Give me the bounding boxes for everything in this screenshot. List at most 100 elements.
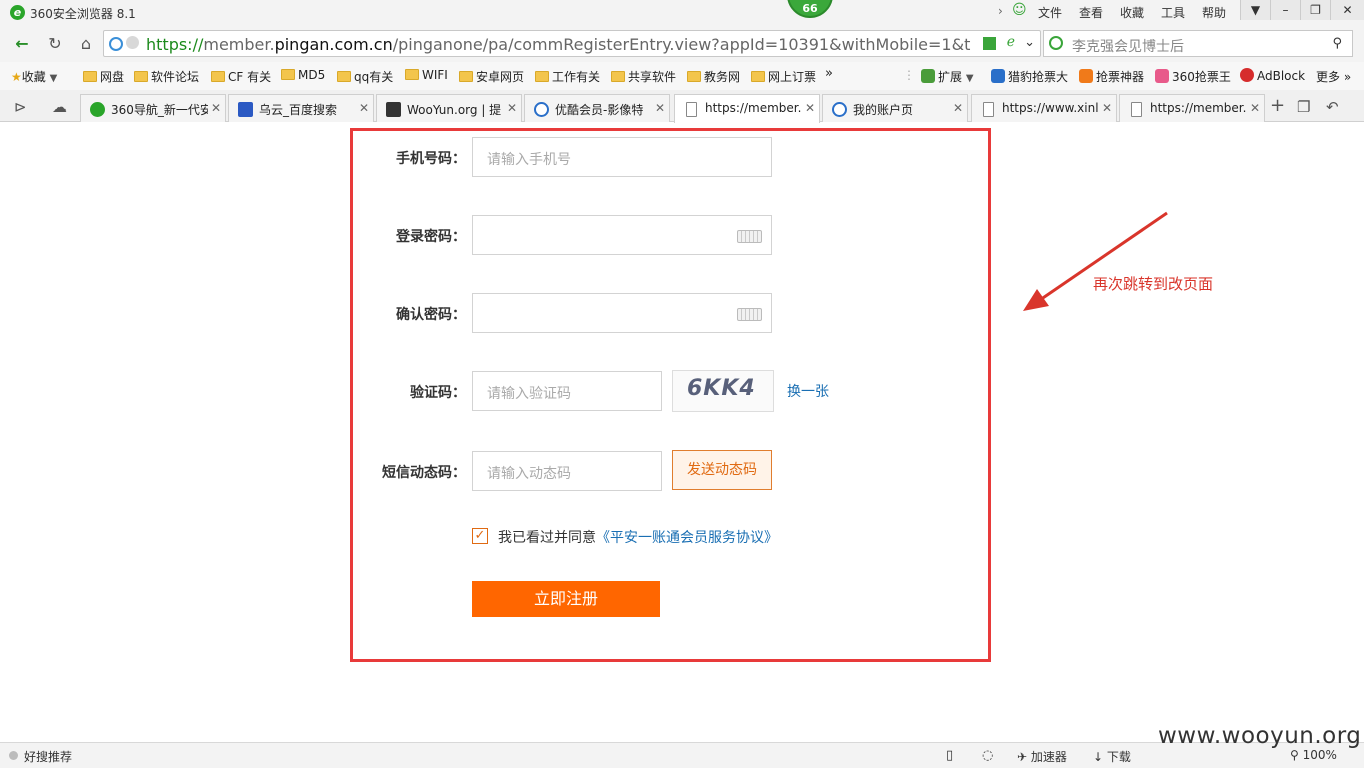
service-agreement-link[interactable]: 《平安一账通会员服务协议》: [596, 530, 778, 546]
download-button[interactable]: ↓ 下载: [1093, 748, 1131, 765]
browser-tab-active[interactable]: https://member. ✕: [674, 94, 820, 123]
bookmark-folder[interactable]: 安卓网页: [459, 68, 524, 85]
skin-icon[interactable]: ▼: [1240, 0, 1270, 20]
folder-icon: [337, 71, 351, 82]
back-button[interactable]: ←: [12, 34, 32, 54]
folder-icon: [611, 71, 625, 82]
captcha-image[interactable]: 6KK4: [672, 370, 774, 412]
send-sms-button[interactable]: 发送动态码: [672, 450, 772, 490]
cloud-icon[interactable]: ☁: [52, 98, 67, 116]
dropdown-arrow-icon: ▼: [965, 73, 974, 84]
captcha-input[interactable]: 请输入验证码: [472, 371, 662, 411]
page-icon: [686, 102, 697, 117]
folder-icon: [687, 71, 701, 82]
refresh-button[interactable]: ↻: [45, 34, 65, 54]
close-tab-icon[interactable]: ✕: [651, 101, 665, 115]
chevron-down-icon[interactable]: ⌄: [1024, 35, 1035, 50]
more-bookmarks-button[interactable]: »: [825, 66, 833, 81]
speed-icon[interactable]: ◌: [982, 748, 993, 763]
browser-tab[interactable]: 我的账户页 ✕: [822, 94, 968, 122]
more-extensions-button[interactable]: 更多 »: [1316, 68, 1351, 85]
browser-tab[interactable]: 优酷会员-影像特 ✕: [524, 94, 670, 122]
accelerator-button[interactable]: ✈ 加速器: [1017, 748, 1067, 765]
tab-list-icon[interactable]: ❐: [1297, 98, 1310, 116]
confirm-password-input[interactable]: [472, 293, 772, 333]
close-tab-icon[interactable]: ✕: [355, 101, 369, 115]
dropdown-arrow-icon: ▼: [49, 73, 58, 84]
score-badge[interactable]: 66: [787, 0, 833, 18]
bookmark-folder[interactable]: MD5: [281, 68, 325, 82]
agree-checkbox[interactable]: ✓: [472, 528, 488, 544]
extensions-button[interactable]: 扩展 ▼: [921, 68, 974, 85]
bookmark-folder[interactable]: 工作有关: [535, 68, 600, 85]
folder-icon: [83, 71, 97, 82]
maximize-button[interactable]: ❐: [1300, 0, 1330, 20]
extension-item[interactable]: 猎豹抢票大: [991, 68, 1068, 85]
site-info-icon[interactable]: [126, 36, 139, 49]
bookmark-folder[interactable]: 软件论坛: [134, 68, 199, 85]
sms-code-input[interactable]: 请输入动态码: [472, 451, 662, 491]
bookmark-folder[interactable]: 共享软件: [611, 68, 676, 85]
keyboard-icon[interactable]: [737, 308, 762, 321]
keyboard-icon[interactable]: [737, 230, 762, 243]
close-tab-icon[interactable]: ✕: [1098, 101, 1112, 115]
bookmark-folder[interactable]: 网上订票: [751, 68, 816, 85]
bookmarks-bar: ★收藏 ▼ 网盘 软件论坛 CF 有关 MD5 qq有关 WIFI 安卓网页 工…: [0, 62, 1364, 90]
extension-icon: [1155, 69, 1169, 83]
extension-item[interactable]: 360抢票王: [1155, 68, 1231, 85]
bookmark-folder[interactable]: 网盘: [83, 68, 124, 85]
user-icon[interactable]: ☺: [1012, 2, 1027, 18]
url-text[interactable]: https://member.pingan.com.cn/pinganone/p…: [146, 35, 971, 54]
browser-tab[interactable]: WooYun.org | 提 ✕: [376, 94, 522, 122]
bookmark-folder[interactable]: 教务网: [687, 68, 740, 85]
close-tab-icon[interactable]: ✕: [503, 101, 517, 115]
close-tab-icon[interactable]: ✕: [801, 101, 815, 115]
extension-item[interactable]: AdBlock: [1240, 68, 1305, 83]
minimize-button[interactable]: –: [1270, 0, 1300, 20]
close-window-button[interactable]: ✕: [1330, 0, 1364, 20]
menu-favorites[interactable]: 收藏: [1120, 4, 1144, 21]
close-tab-icon[interactable]: ✕: [1246, 101, 1260, 115]
folder-icon: [281, 69, 295, 80]
folder-icon: [211, 71, 225, 82]
speed-mode-icon[interactable]: ℯ: [1007, 34, 1015, 50]
bookmark-folder[interactable]: qq有关: [337, 68, 393, 85]
menu-tools[interactable]: 工具: [1161, 4, 1185, 21]
home-button[interactable]: ⌂: [76, 34, 96, 54]
url-bar[interactable]: https://member.pingan.com.cn/pinganone/p…: [103, 30, 1041, 57]
chevron-right-icon[interactable]: ›: [998, 4, 1003, 18]
register-button[interactable]: 立即注册: [472, 581, 660, 617]
zoom-level[interactable]: ⚲ 100%: [1290, 748, 1337, 762]
adblock-icon: [1240, 68, 1254, 82]
sidebar-toggle-icon[interactable]: ⊳: [14, 98, 27, 116]
page-icon: [1131, 102, 1142, 117]
title-bar: e 360安全浏览器 8.1 66 › ☺ 文件 查看 收藏 工具 帮助 ▼ –…: [0, 0, 1364, 26]
password-input[interactable]: [472, 215, 772, 255]
browser-tab[interactable]: https://member. ✕: [1119, 94, 1265, 122]
browser-tab[interactable]: 乌云_百度搜索 ✕: [228, 94, 374, 122]
search-icon[interactable]: ⚲: [1332, 36, 1342, 51]
captcha-refresh-link[interactable]: 换一张: [787, 381, 829, 401]
phone-input[interactable]: 请输入手机号: [472, 137, 772, 177]
extension-item[interactable]: 抢票神器: [1079, 68, 1144, 85]
search-input[interactable]: 李克强会见博士后: [1072, 36, 1184, 56]
window-title: 360安全浏览器 8.1: [30, 7, 136, 21]
captcha-label: 验证码：: [410, 385, 466, 401]
search-box[interactable]: 李克强会见博士后 ⚲: [1043, 30, 1353, 57]
recommend-link[interactable]: 好搜推荐: [24, 748, 72, 765]
close-tab-icon[interactable]: ✕: [949, 101, 963, 115]
mobile-icon[interactable]: ▯: [946, 748, 953, 763]
undo-close-icon[interactable]: ↶: [1326, 98, 1339, 116]
bookmark-folder[interactable]: WIFI: [405, 68, 448, 82]
browser-tab[interactable]: 360导航_新一代安 ✕: [80, 94, 226, 122]
new-tab-button[interactable]: +: [1270, 95, 1285, 116]
browser-tab[interactable]: https://www.xinl ✕: [971, 94, 1117, 122]
search-engine-icon[interactable]: [1049, 36, 1063, 50]
bookmark-favorites[interactable]: ★收藏 ▼: [11, 68, 57, 85]
menu-file[interactable]: 文件: [1038, 4, 1062, 21]
qrcode-icon[interactable]: [983, 37, 996, 50]
menu-help[interactable]: 帮助: [1202, 4, 1226, 21]
close-tab-icon[interactable]: ✕: [207, 101, 221, 115]
bookmark-folder[interactable]: CF 有关: [211, 68, 271, 85]
menu-view[interactable]: 查看: [1079, 4, 1103, 21]
